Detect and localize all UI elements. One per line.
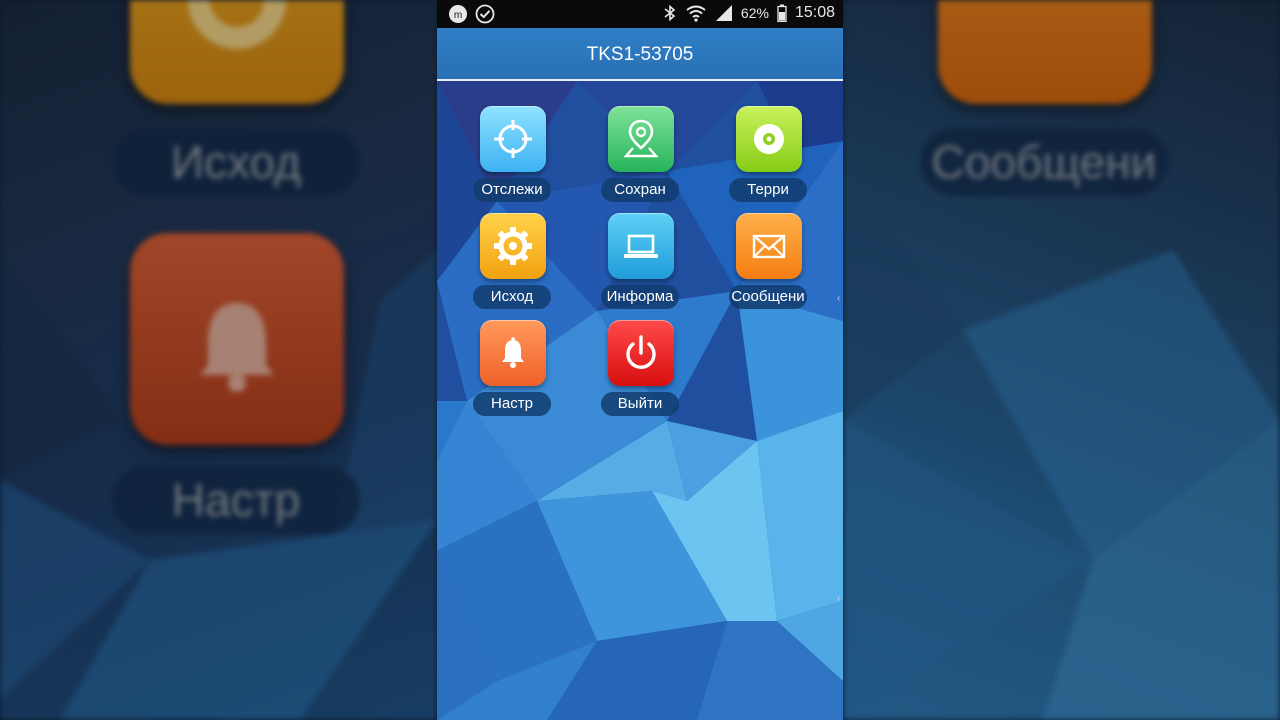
app-settings[interactable]: Настр	[467, 320, 557, 420]
app-settings-tile[interactable]	[480, 320, 546, 386]
status-bar: m 62% 15:08	[437, 0, 843, 28]
status-time: 15:08	[794, 4, 835, 21]
backdrop-left-dim	[0, 0, 437, 720]
home-grid-area: ‹ ‹ Отслежи Сохран Терри Исход Информа С…	[437, 81, 843, 720]
gear-icon	[494, 227, 532, 265]
app-outcome-tile[interactable]	[480, 213, 546, 279]
envelope-icon	[752, 234, 786, 259]
app-track-tile[interactable]	[480, 106, 546, 172]
laptop-icon	[624, 234, 658, 258]
disc-icon	[754, 124, 784, 154]
crosshair-icon	[494, 120, 532, 158]
app-info[interactable]: Информа	[595, 213, 685, 313]
app-track-label: Отслежи	[473, 178, 551, 202]
app-settings-label: Настр	[473, 392, 551, 416]
app-territory[interactable]: Терри	[723, 106, 813, 206]
bell-icon	[502, 337, 524, 368]
status-bar-left: m	[447, 4, 495, 24]
backdrop-right: Сообщени	[843, 0, 1280, 720]
power-icon	[626, 335, 656, 369]
wifi-icon	[686, 5, 706, 22]
app-messages-label: Сообщени	[729, 285, 807, 309]
battery-percent: 62%	[740, 5, 769, 21]
status-bar-right: 62% 15:08	[663, 4, 835, 22]
map-pin-icon	[623, 119, 659, 158]
bluetooth-icon	[664, 4, 676, 22]
battery-icon	[777, 4, 787, 22]
app-territory-label: Терри	[729, 178, 807, 202]
backdrop-right-dim	[843, 0, 1280, 720]
app-outcome-label: Исход	[473, 285, 551, 309]
app-saved-label: Сохран	[601, 178, 679, 202]
app-track[interactable]: Отслежи	[467, 106, 557, 206]
check-circle-icon	[475, 4, 495, 24]
backdrop-left: Исход Настр	[0, 0, 437, 720]
phone-screen: m 62% 15:08 TKS1-53705 ‹ ‹ Отслежи Сохра…	[437, 0, 843, 720]
app-exit-label: Выйти	[601, 392, 679, 416]
svg-text:m: m	[454, 10, 462, 21]
app-header: TKS1-53705	[437, 28, 843, 81]
edge-marker-bottom: ‹	[837, 593, 841, 604]
app-messages-tile[interactable]	[736, 213, 802, 279]
app-notification-icon: m	[449, 5, 467, 23]
app-outcome[interactable]: Исход	[467, 213, 557, 313]
app-saved-tile[interactable]	[608, 106, 674, 172]
app-territory-tile[interactable]	[736, 106, 802, 172]
page-title: TKS1-53705	[586, 44, 694, 65]
app-info-label: Информа	[601, 285, 679, 309]
screen-stage: Исход Настр Сообщени m 62% 15:08 TKS1-53…	[0, 0, 1280, 720]
signal-icon	[715, 5, 732, 21]
app-info-tile[interactable]	[608, 213, 674, 279]
app-messages[interactable]: Сообщени	[723, 213, 813, 313]
app-saved[interactable]: Сохран	[595, 106, 685, 206]
app-exit-tile[interactable]	[608, 320, 674, 386]
app-exit[interactable]: Выйти	[595, 320, 685, 420]
edge-marker-top: ‹	[837, 293, 841, 304]
